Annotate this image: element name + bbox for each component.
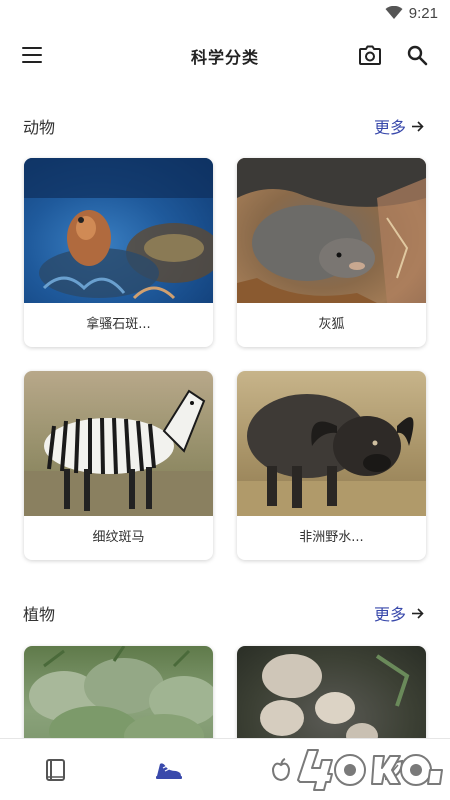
camera-icon[interactable] <box>358 44 382 66</box>
card-grevys-zebra[interactable]: 细纹斑马 <box>24 371 213 560</box>
card-gray-fox[interactable]: 灰狐 <box>237 158 426 347</box>
status-bar: 9:21 <box>0 0 450 26</box>
grouper-photo <box>24 158 213 303</box>
section-header-animals: 动物 更多 <box>0 110 450 140</box>
more-label: 更多 <box>373 118 406 137</box>
card-nassau-grouper[interactable]: 拿骚石斑... <box>24 158 213 347</box>
more-animals-link[interactable]: 更多 <box>374 114 424 138</box>
nav-item-book[interactable] <box>0 739 113 800</box>
buffalo-photo <box>237 371 426 516</box>
app-screen: 9:21 科学分类 动物 更多 拿骚石斑... 灰狐 细纹斑马 非洲野水... … <box>0 0 450 800</box>
book-icon <box>46 758 66 781</box>
arrow-right-icon <box>412 607 424 619</box>
zebra-photo <box>24 371 213 516</box>
card-label: 灰狐 <box>318 317 345 332</box>
watermark-logo <box>297 749 443 791</box>
wifi-icon <box>385 6 403 19</box>
status-time: 9:21 <box>408 4 438 22</box>
more-label: 更多 <box>373 605 406 624</box>
section-title: 动物 <box>23 118 56 137</box>
gray-fox-photo <box>237 158 426 303</box>
apple-icon <box>272 757 291 781</box>
card-label: 非洲野水... <box>299 530 364 545</box>
more-plants-link[interactable]: 更多 <box>374 601 424 625</box>
shoe-icon <box>155 762 182 779</box>
section-header-plants: 植物 更多 <box>0 597 450 627</box>
app-bar: 科学分类 <box>0 34 450 78</box>
arrow-right-icon <box>412 120 424 132</box>
nav-item-shoe[interactable] <box>113 739 226 800</box>
card-label: 拿骚石斑... <box>86 317 151 332</box>
card-african-buffalo[interactable]: 非洲野水... <box>237 371 426 560</box>
page-title: 科学分类 <box>190 48 259 67</box>
section-title: 植物 <box>23 605 56 624</box>
card-label: 细纹斑马 <box>92 530 145 545</box>
search-icon[interactable] <box>406 44 428 66</box>
